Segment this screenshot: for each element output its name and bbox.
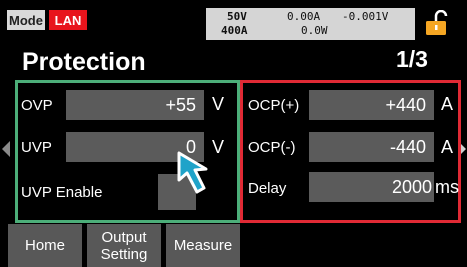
mode-badge[interactable]: Mode [7, 10, 45, 30]
ovp-field[interactable]: +55 [66, 90, 204, 120]
ovp-unit: V [212, 94, 225, 114]
output-setting-label-line2: Setting [100, 245, 148, 263]
measured-voltage: -0.001V [342, 10, 389, 23]
lan-badge: LAN [49, 10, 87, 30]
pointer-cursor-icon [177, 151, 208, 194]
measured-current: 0.00A [287, 10, 321, 23]
voltage-limit: 50V [227, 10, 247, 23]
delay-unit: ms [435, 177, 459, 197]
current-limit: 400A [221, 24, 248, 37]
prev-page-arrow-icon[interactable] [1, 140, 11, 158]
output-setting-button[interactable]: Output Setting [87, 224, 161, 267]
output-setting-label-line1: Output [101, 228, 147, 246]
delay-field[interactable]: 2000 [309, 172, 434, 202]
ocp-plus-label: OCP(+) [248, 97, 300, 114]
protection-screen: Mode LAN 50V 400A 0.00A -0.001V 0.0W Pro… [0, 0, 467, 267]
ocp-minus-unit: A [441, 137, 454, 157]
home-button[interactable]: Home [8, 224, 82, 267]
ocp-plus-unit: A [441, 94, 454, 114]
page-title: Protection [22, 48, 146, 76]
uvp-label: UVP [21, 139, 52, 156]
uvp-enable-label: UVP Enable [21, 184, 103, 201]
page-counter[interactable]: 1/3 [396, 46, 428, 73]
measure-button[interactable]: Measure [166, 224, 240, 267]
lock-icon[interactable] [422, 10, 454, 36]
measured-power: 0.0W [301, 24, 328, 37]
ocp-minus-field[interactable]: -440 [309, 132, 434, 162]
ocp-minus-label: OCP(-) [248, 139, 296, 156]
status-meter: 50V 400A 0.00A -0.001V 0.0W [206, 8, 415, 40]
ovp-label: OVP [21, 97, 53, 114]
ocp-plus-field[interactable]: +440 [309, 90, 434, 120]
delay-label: Delay [248, 180, 287, 197]
